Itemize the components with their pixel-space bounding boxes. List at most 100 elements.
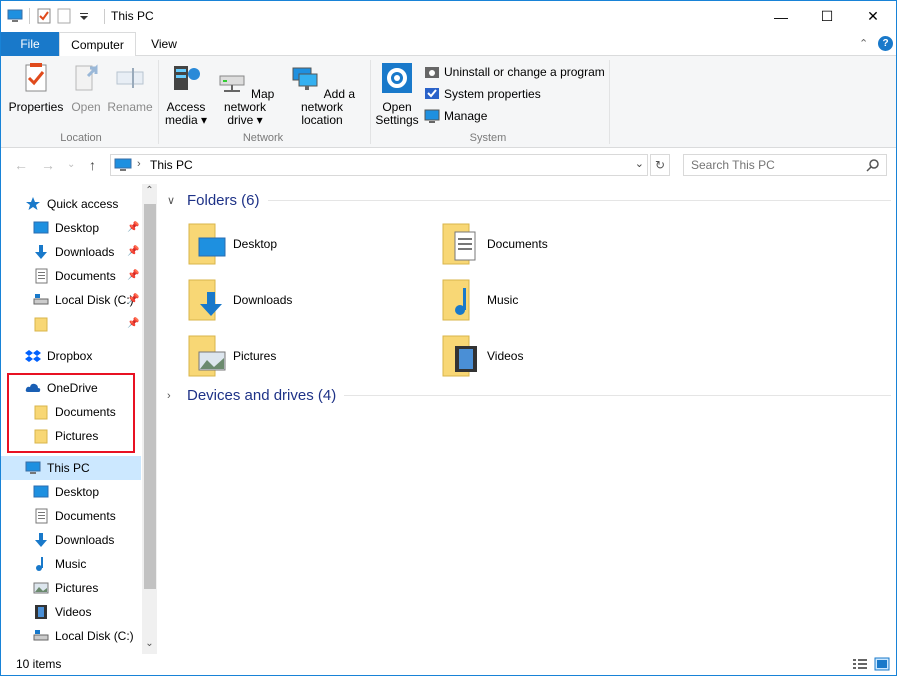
explorer-window: This PC — ☐ ✕ File Computer View ⌃ ? Pro… xyxy=(0,0,897,676)
pin-icon[interactable]: 📌 xyxy=(127,294,139,305)
scroll-down-arrow[interactable]: ⌄ xyxy=(142,638,157,653)
new-folder-icon[interactable] xyxy=(56,8,72,24)
maximize-icon: ☐ xyxy=(820,8,834,24)
scroll-up-arrow[interactable]: ⌃ xyxy=(142,185,157,200)
folder-tile-music[interactable]: Music xyxy=(417,274,667,326)
search-icon[interactable] xyxy=(866,158,880,172)
devices-group-header[interactable]: › Devices and drives (4) xyxy=(161,387,891,404)
tab-computer[interactable]: Computer xyxy=(59,32,136,57)
nav-quick-local-disk[interactable]: Local Disk (C:) xyxy=(1,288,141,312)
nav-dropbox[interactable]: Dropbox xyxy=(1,344,141,368)
nav-item-label: Local Disk (C:) xyxy=(55,629,134,643)
nav-quick-downloads[interactable]: Downloads xyxy=(1,240,141,264)
open-icon xyxy=(75,64,98,91)
chevron-down-icon: ⌄ xyxy=(145,638,154,649)
close-button[interactable]: ✕ xyxy=(850,1,896,32)
ribbon-separator xyxy=(609,60,610,144)
forward-button[interactable]: → xyxy=(41,157,55,173)
folder-tile-downloads[interactable]: Downloads xyxy=(163,274,413,326)
add-network-location-label-2: location xyxy=(301,113,343,127)
breadcrumb-separator[interactable]: › xyxy=(137,158,141,170)
access-media-label-2: media ▾ xyxy=(164,113,208,127)
chevron-down-icon[interactable]: ∨ xyxy=(167,194,181,207)
nav-pc-downloads[interactable]: Downloads xyxy=(1,528,141,552)
computer-icon xyxy=(25,461,41,474)
nav-quick-documents[interactable]: Documents xyxy=(1,264,141,288)
computer-icon[interactable] xyxy=(7,8,23,24)
folders-group-title: Folders (6) xyxy=(187,192,260,209)
tab-file[interactable]: File xyxy=(1,32,59,56)
chevron-up-icon: ⌃ xyxy=(145,185,154,196)
system-properties-icon xyxy=(425,88,439,99)
large-icons-view-icon[interactable] xyxy=(874,657,890,671)
settings-gear-icon xyxy=(382,63,412,93)
chevron-down-icon[interactable] xyxy=(76,8,92,24)
nav-scrollbar-thumb[interactable] xyxy=(144,204,156,589)
breadcrumb-this-pc[interactable]: This PC xyxy=(150,158,193,172)
nav-pc-documents[interactable]: Documents xyxy=(1,504,141,528)
nav-quick-desktop[interactable]: Desktop xyxy=(1,216,141,240)
folder-tile-desktop[interactable]: Desktop xyxy=(163,218,413,270)
status-bar: 10 items xyxy=(1,654,896,675)
folder-label: Pictures xyxy=(233,349,277,363)
collapse-ribbon-icon[interactable]: ⌃ xyxy=(859,37,868,50)
recent-locations-button[interactable]: ⌄ xyxy=(67,159,75,170)
folder-tile-videos[interactable]: Videos xyxy=(417,330,667,382)
uninstall-program-button[interactable]: Uninstall or change a program xyxy=(424,64,605,80)
nav-quick-folder[interactable] xyxy=(1,312,141,336)
folders-group-header[interactable]: ∨ Folders (6) xyxy=(161,192,891,209)
nav-item-label: Documents xyxy=(55,509,116,523)
nav-this-pc[interactable]: This PC xyxy=(1,456,141,480)
rename-icon xyxy=(116,68,144,88)
network-location-icon xyxy=(292,67,318,90)
download-arrow-icon xyxy=(35,245,47,259)
window-title: This PC xyxy=(111,9,154,23)
nav-item-label: Videos xyxy=(55,605,92,619)
search-box[interactable] xyxy=(683,154,887,176)
back-button[interactable]: ← xyxy=(14,157,28,173)
nav-pc-desktop[interactable]: Desktop xyxy=(1,480,141,504)
chevron-down-icon[interactable]: ⌄ xyxy=(635,157,644,170)
film-strip-icon xyxy=(35,605,47,619)
rename-button[interactable]: Rename xyxy=(107,62,153,114)
search-input[interactable] xyxy=(684,155,854,175)
nav-pc-videos[interactable]: Videos xyxy=(1,600,141,624)
manage-button[interactable]: Manage xyxy=(424,108,487,124)
nav-pc-local-disk[interactable]: Local Disk (C:) xyxy=(1,624,141,648)
properties-button[interactable]: Properties xyxy=(8,62,64,114)
up-button[interactable]: ↑ xyxy=(89,157,96,173)
nav-item-label: Downloads xyxy=(55,533,115,547)
dropbox-icon xyxy=(25,350,41,362)
pin-icon[interactable]: 📌 xyxy=(127,246,139,257)
maximize-button[interactable]: ☐ xyxy=(804,1,850,32)
map-network-drive-button[interactable]: Map network drive ▾ xyxy=(208,62,282,127)
open-label: Open xyxy=(71,100,101,114)
nav-pc-pictures[interactable]: Pictures xyxy=(1,576,141,600)
group-label-network: Network xyxy=(242,132,284,144)
open-settings-button[interactable]: Open Settings xyxy=(374,62,420,127)
folder-tile-documents[interactable]: Documents xyxy=(417,218,667,270)
system-properties-button[interactable]: System properties xyxy=(424,86,541,102)
pin-icon[interactable]: 📌 xyxy=(127,318,139,329)
pin-icon[interactable]: 📌 xyxy=(127,270,139,281)
open-button[interactable]: Open xyxy=(67,62,105,114)
refresh-button[interactable]: ↻ xyxy=(650,154,670,176)
address-bar[interactable]: › This PC ⌄ xyxy=(110,154,648,176)
chevron-right-icon[interactable]: › xyxy=(167,390,181,402)
pin-icon[interactable]: 📌 xyxy=(127,222,139,233)
add-network-location-button[interactable]: Add a network location xyxy=(282,62,362,127)
title-bar: This PC — ☐ ✕ xyxy=(1,1,896,32)
media-server-icon xyxy=(174,66,200,90)
nav-quick-access[interactable]: Quick access xyxy=(1,192,141,216)
tab-view[interactable]: View xyxy=(141,32,187,56)
details-view-icon[interactable] xyxy=(852,657,868,671)
nav-pc-music[interactable]: Music xyxy=(1,552,141,576)
ribbon-separator xyxy=(158,60,159,144)
folder-tile-pictures[interactable]: Pictures xyxy=(163,330,413,382)
videos-folder-icon xyxy=(442,335,477,377)
minimize-button[interactable]: — xyxy=(758,1,804,32)
properties-icon[interactable] xyxy=(36,8,52,24)
chevron-down-icon: ⌄ xyxy=(67,159,76,170)
help-icon[interactable]: ? xyxy=(878,36,893,51)
access-media-button[interactable]: Access media ▾ xyxy=(163,62,209,127)
